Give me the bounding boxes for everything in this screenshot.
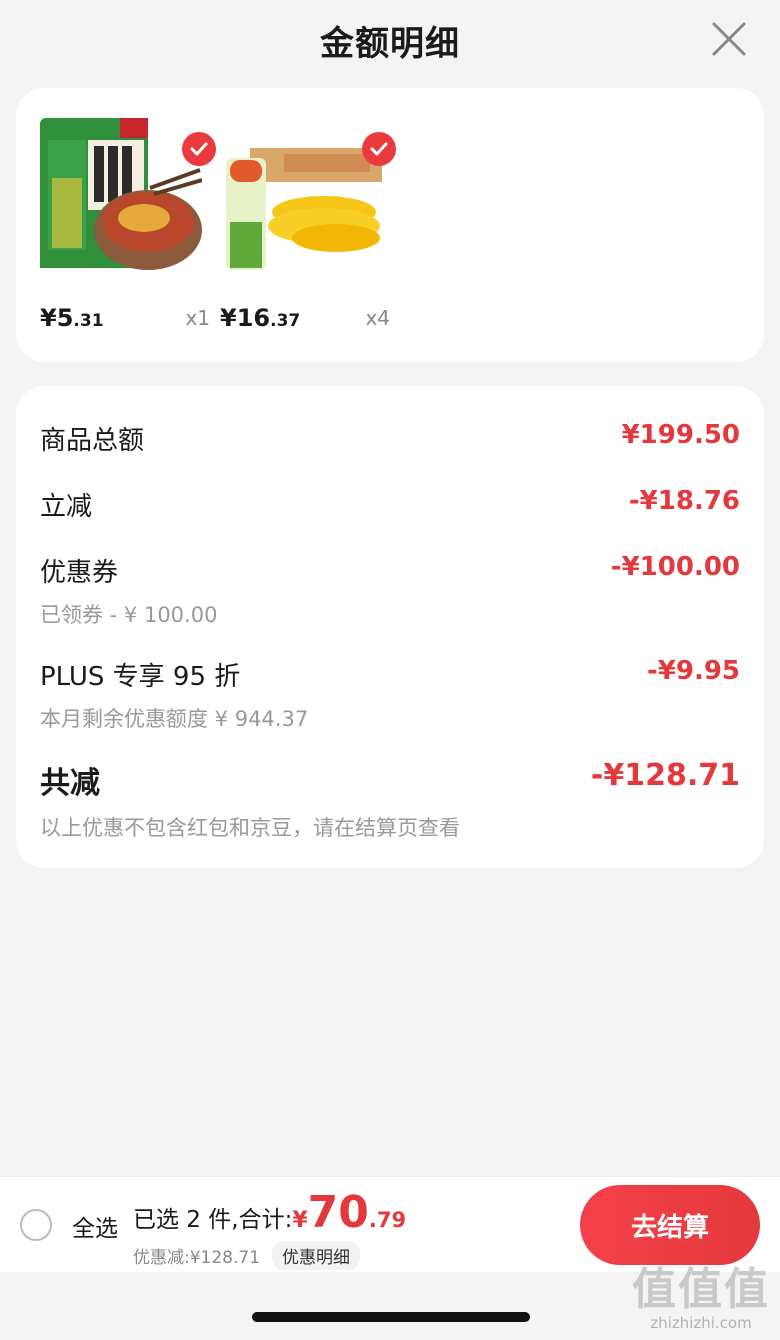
coupon-amount: -¥100.00: [610, 552, 740, 582]
products-card: ¥5.31 x1 ¥16.37 x4: [16, 88, 764, 362]
plus-discount-label: PLUS 专享 95 折: [40, 662, 241, 692]
header: 金额明细: [0, 0, 780, 80]
total-discount-amount: -¥128.71: [590, 758, 740, 793]
discount-detail-link[interactable]: 优惠明细: [272, 1241, 361, 1270]
price-row: ¥16.37 x4: [220, 296, 390, 332]
product-quantity: x4: [365, 306, 390, 330]
order-summary: 已选 2 件,合计: ¥ 70 .79 优惠减:¥128.71 优惠明细: [133, 1187, 406, 1270]
checkout-button[interactable]: 去结算: [580, 1185, 760, 1265]
total-decimal: .79: [368, 1208, 407, 1232]
checkout-bar: 全选 已选 2 件,合计: ¥ 70 .79 优惠减:¥128.71 优惠明细 …: [0, 1176, 780, 1272]
total-discount-row: 共减 以上优惠不包含红包和京豆，请在结算页查看 -¥128.71: [40, 758, 740, 842]
plus-quota-sub: 本月剩余优惠额度 ¥ 944.37: [40, 707, 309, 731]
saved-amount: 优惠减:¥128.71: [133, 1248, 261, 1268]
checked-icon[interactable]: [362, 132, 396, 166]
coupon-row: 优惠券 已领券 - ¥ 100.00 -¥100.00: [40, 552, 740, 629]
price-integer: ¥16: [220, 304, 271, 332]
instant-discount-row: 立减 -¥18.76: [40, 486, 740, 523]
home-indicator: [252, 1312, 530, 1322]
product-item[interactable]: ¥16.37 x4: [220, 118, 396, 332]
total-currency: ¥: [292, 1208, 308, 1233]
total-integer: 70: [307, 1187, 369, 1238]
watermark-url: zhizhizhi.com: [650, 1314, 752, 1332]
price-decimal: .37: [270, 311, 301, 331]
checked-icon[interactable]: [182, 132, 216, 166]
page-title: 金额明细: [320, 23, 460, 64]
total-line: 已选 2 件,合计: ¥ 70 .79: [133, 1187, 406, 1239]
close-icon[interactable]: [710, 20, 748, 58]
total-discount-note: 以上优惠不包含红包和京豆，请在结算页查看: [40, 816, 460, 840]
product-image[interactable]: [220, 118, 382, 278]
product-image[interactable]: [40, 118, 202, 278]
price-details-card: 商品总额 ¥199.50 立减 -¥18.76 优惠券 已领券 - ¥ 100.…: [16, 386, 764, 868]
instant-discount-amount: -¥18.76: [628, 486, 740, 516]
plus-discount-row: PLUS 专享 95 折 本月剩余优惠额度 ¥ 944.37 -¥9.95: [40, 656, 740, 733]
select-all-label[interactable]: 全选: [72, 1209, 118, 1243]
goods-total-row: 商品总额 ¥199.50: [40, 420, 740, 457]
price-decimal: .31: [73, 311, 104, 331]
watermark: 值值值 zhizhizhi.com: [632, 1264, 770, 1333]
price-row: ¥5.31 x1: [40, 296, 210, 332]
goods-total-amount: ¥199.50: [621, 420, 740, 450]
product-item[interactable]: ¥5.31 x1: [40, 118, 216, 332]
watermark-logo: 值值值: [632, 1264, 770, 1315]
product-quantity: x1: [185, 306, 210, 330]
selected-count-text: 已选 2 件,合计:: [133, 1207, 293, 1233]
plus-discount-amount: -¥9.95: [646, 656, 740, 686]
saved-line: 优惠减:¥128.71 优惠明细: [133, 1241, 406, 1270]
select-all-radio[interactable]: [20, 1209, 52, 1241]
coupon-sub: 已领券 - ¥ 100.00: [40, 603, 218, 627]
product-price: ¥5.31: [40, 304, 104, 332]
price-integer: ¥5: [40, 304, 74, 332]
product-price: ¥16.37: [220, 304, 300, 332]
